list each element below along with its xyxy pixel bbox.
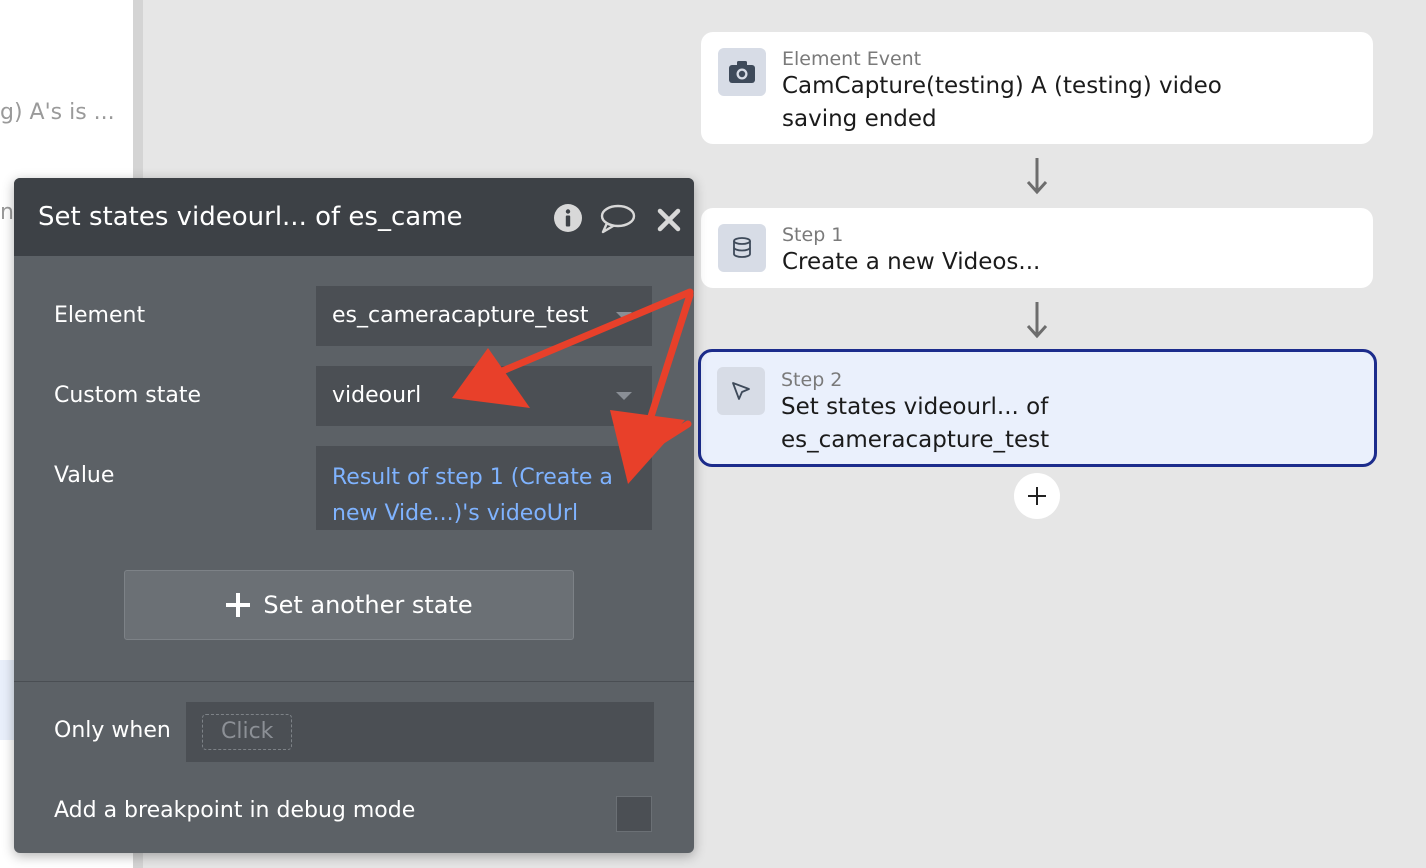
left-panel-selected-row[interactable] <box>0 660 14 740</box>
editor-title: Set states videourl... of es_came <box>38 202 463 232</box>
left-panel-text: g) A's is ... <box>0 100 115 125</box>
flow-arrow-down-icon <box>1026 302 1048 339</box>
value-expression-field[interactable]: Result of step 1 (Create a new Vide...)'… <box>316 446 652 530</box>
step-1-kicker: Step 1 <box>782 224 844 246</box>
close-icon[interactable] <box>657 208 681 232</box>
breakpoint-checkbox[interactable] <box>616 796 652 832</box>
info-icon[interactable] <box>553 203 583 233</box>
cursor-icon <box>717 367 765 415</box>
set-another-state-label: Set another state <box>263 591 473 619</box>
element-label: Element <box>54 303 146 328</box>
camera-icon <box>718 48 766 96</box>
step-2-kicker: Step 2 <box>781 369 843 391</box>
plus-icon <box>1028 487 1046 505</box>
event-kicker: Element Event <box>782 48 922 70</box>
only-when-label: Only when <box>54 718 171 743</box>
breakpoint-label: Add a breakpoint in debug mode <box>54 798 416 823</box>
custom-state-value: videourl <box>332 383 422 408</box>
step-2-title: Set states videourl... of es_cameracaptu… <box>781 394 1050 453</box>
chevron-down-icon <box>616 392 632 400</box>
add-step-button[interactable] <box>1014 473 1060 519</box>
divider <box>14 681 694 682</box>
only-when-click-placeholder[interactable]: Click <box>202 714 293 750</box>
element-value: es_cameracapture_test <box>332 303 589 328</box>
element-dropdown[interactable]: es_cameracapture_test <box>316 286 652 346</box>
plus-icon <box>226 593 251 617</box>
step-2-card[interactable]: Step 2 Set states videourl... of es_came… <box>698 349 1377 467</box>
event-card[interactable]: Element Event CamCapture(testing) A (tes… <box>701 32 1373 144</box>
step-1-title: Create a new Videos... <box>782 249 1041 275</box>
step-1-card[interactable]: Step 1 Create a new Videos... <box>701 208 1373 288</box>
action-property-editor: Set states videourl... of es_came Elemen… <box>14 178 694 853</box>
custom-state-label: Custom state <box>54 383 202 408</box>
chevron-down-icon <box>616 312 632 320</box>
value-label: Value <box>54 463 115 488</box>
only-when-condition-field[interactable]: Click <box>186 702 654 762</box>
editor-header: Set states videourl... of es_came <box>14 178 694 256</box>
flow-arrow-down-icon <box>1026 158 1048 195</box>
set-another-state-button[interactable]: Set another state <box>124 570 574 640</box>
left-panel-fragment: ng <box>0 200 14 225</box>
database-icon <box>718 224 766 272</box>
event-title: CamCapture(testing) A (testing) video sa… <box>782 73 1222 132</box>
custom-state-dropdown[interactable]: videourl <box>316 366 652 426</box>
comment-icon[interactable] <box>599 203 637 235</box>
